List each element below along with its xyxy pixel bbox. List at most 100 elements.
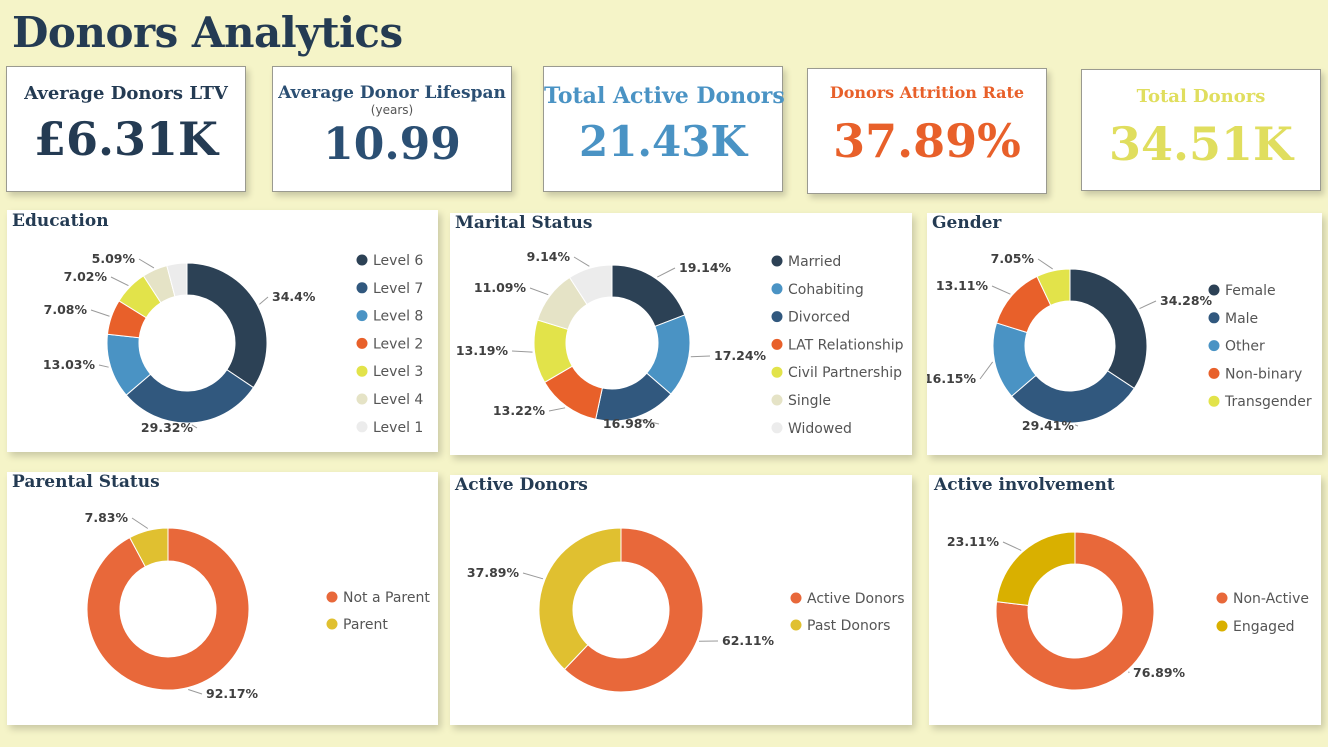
legend-item-civil-partnership[interactable]: Civil Partnership bbox=[788, 365, 902, 381]
kpi-value: £6.31K bbox=[33, 112, 219, 166]
leader-line bbox=[188, 689, 203, 695]
data-label: 16.15% bbox=[927, 371, 976, 386]
kpi-value: 34.51K bbox=[1108, 117, 1294, 171]
data-label: 5.09% bbox=[92, 251, 136, 266]
legend-item-level-6[interactable]: Level 6 bbox=[373, 253, 423, 269]
donut-chart-active-involvement: 76.89% 23.11% Non-Active Engaged bbox=[947, 531, 1309, 691]
kpi-value: 21.43K bbox=[578, 117, 748, 166]
data-label: 19.14% bbox=[679, 260, 732, 275]
legend-marker bbox=[356, 393, 368, 405]
legend-marker bbox=[356, 421, 368, 433]
chart-card-marital-status: Marital Status 19.14% 17.24% 16.98% 13.22% 1… bbox=[450, 213, 912, 455]
leader-line bbox=[1002, 541, 1022, 551]
legend-item-level-1[interactable]: Level 1 bbox=[373, 420, 423, 436]
legend-marker bbox=[771, 311, 783, 323]
legend-item-widowed[interactable]: Widowed bbox=[788, 421, 852, 437]
legend-marker bbox=[771, 366, 783, 378]
leader-line bbox=[529, 287, 549, 296]
leader-line bbox=[573, 256, 590, 267]
kpi-card-attrition-rate[interactable]: Donors Attrition Rate 37.89% bbox=[807, 68, 1047, 194]
data-label: 13.22% bbox=[493, 403, 546, 418]
donut-chart-active-donors: 62.11% 37.89% Active Donors Past Donors bbox=[467, 527, 905, 693]
legend-item-transgender[interactable]: Transgender bbox=[1224, 394, 1312, 410]
donut-slice-female[interactable] bbox=[1069, 268, 1148, 390]
kpi-label: Total Donors bbox=[1136, 86, 1266, 107]
legend-marker bbox=[356, 337, 368, 349]
legend-item-divorced[interactable]: Divorced bbox=[788, 310, 850, 326]
leader-line bbox=[690, 355, 711, 358]
donut-slice-married[interactable] bbox=[611, 264, 686, 328]
kpi-value: 10.99 bbox=[323, 119, 461, 170]
legend-item-past-donors[interactable]: Past Donors bbox=[807, 618, 890, 634]
donut-slice-level-6[interactable] bbox=[186, 262, 268, 389]
legend-item-level-3[interactable]: Level 3 bbox=[373, 364, 423, 380]
leader-line bbox=[110, 276, 129, 287]
legend-marker bbox=[1216, 592, 1228, 604]
legend-marker bbox=[356, 282, 368, 294]
leader-line bbox=[991, 285, 1011, 295]
legend-marker bbox=[771, 422, 783, 434]
legend-marker bbox=[771, 255, 783, 267]
chart-card-active-donors: Active Donors 62.11% 37.89% Active Donors P… bbox=[450, 475, 912, 725]
data-label: 92.17% bbox=[206, 686, 259, 701]
legend-marker bbox=[1208, 284, 1220, 296]
legend-item-female[interactable]: Female bbox=[1225, 283, 1276, 299]
legend-item-level-7[interactable]: Level 7 bbox=[373, 281, 423, 297]
data-label: 7.83% bbox=[85, 510, 129, 525]
donut-chart-marital-status: 19.14% 17.24% 16.98% 13.22% 13.19% 11.09% 9.14… bbox=[456, 249, 904, 437]
kpi-card-avg-ltv[interactable]: Average Donors LTV £6.31K bbox=[6, 66, 246, 192]
data-label: 29.41% bbox=[1022, 418, 1075, 433]
leader-line bbox=[522, 572, 544, 580]
data-label: 23.11% bbox=[947, 534, 1000, 549]
chart-card-parental-status: Parental Status 92.17% 7.83% Not a Parent P… bbox=[7, 472, 438, 725]
legend-marker bbox=[771, 394, 783, 406]
leader-line bbox=[131, 517, 149, 529]
data-label: 7.08% bbox=[44, 302, 88, 317]
chart-card-gender: Gender 34.28% 29.41% 16.15% 13.11% 7.05% Fema… bbox=[927, 213, 1322, 455]
donut-slice-engaged[interactable] bbox=[996, 531, 1076, 606]
data-label: 9.14% bbox=[527, 249, 571, 264]
legend-item-not-a-parent[interactable]: Not a Parent bbox=[343, 590, 430, 606]
kpi-subtitle: (years) bbox=[370, 103, 414, 117]
legend-marker bbox=[356, 254, 368, 266]
legend-item-cohabiting[interactable]: Cohabiting bbox=[788, 282, 864, 298]
leader-line bbox=[259, 296, 269, 305]
data-label: 7.05% bbox=[991, 251, 1035, 266]
legend-marker bbox=[1208, 312, 1220, 324]
data-label: 13.03% bbox=[43, 357, 96, 372]
leader-line bbox=[90, 309, 110, 317]
legend-item-active-donors[interactable]: Active Donors bbox=[807, 591, 905, 607]
legend-item-lat-relationship[interactable]: LAT Relationship bbox=[788, 337, 904, 353]
data-label: 29.32% bbox=[141, 420, 194, 435]
legend-item-non-binary[interactable]: Non-binary bbox=[1225, 366, 1302, 382]
legend-marker bbox=[771, 283, 783, 295]
legend-item-level-2[interactable]: Level 2 bbox=[373, 336, 423, 352]
kpi-card-total-donors[interactable]: Total Donors 34.51K bbox=[1081, 69, 1321, 191]
legend-item-male[interactable]: Male bbox=[1225, 311, 1258, 327]
leader-line bbox=[1037, 258, 1053, 270]
leader-line bbox=[548, 407, 566, 412]
kpi-card-total-active[interactable]: Total Active Donors 21.43K bbox=[543, 66, 785, 192]
legend-item-other[interactable]: Other bbox=[1225, 339, 1265, 355]
legend-marker bbox=[790, 592, 802, 604]
legend-marker bbox=[326, 618, 338, 630]
legend-item-single[interactable]: Single bbox=[788, 393, 831, 409]
chart-card-education: Education 34.4% 29.32% 13.03% 7.08% 7.02% 5.0… bbox=[7, 210, 438, 452]
leader-line bbox=[979, 361, 994, 380]
kpi-card-avg-lifespan[interactable]: Average Donor Lifespan (years) 10.99 bbox=[272, 66, 512, 192]
legend-item-engaged[interactable]: Engaged bbox=[1233, 619, 1295, 635]
legend-item-non-active[interactable]: Non-Active bbox=[1233, 591, 1309, 607]
donut-chart-parental-status: 92.17% 7.83% Not a Parent Parent bbox=[85, 510, 431, 701]
kpi-label: Donors Attrition Rate bbox=[829, 83, 1025, 102]
data-label: 17.24% bbox=[714, 348, 767, 363]
legend-item-married[interactable]: Married bbox=[788, 254, 841, 270]
kpi-label: Average Donors LTV bbox=[24, 83, 228, 104]
legend-item-level-8[interactable]: Level 8 bbox=[373, 309, 423, 325]
legend-item-parent[interactable]: Parent bbox=[343, 617, 388, 633]
data-label: 13.19% bbox=[456, 343, 509, 358]
legend-marker bbox=[1208, 340, 1220, 352]
legend-item-level-4[interactable]: Level 4 bbox=[373, 392, 423, 408]
leader-line bbox=[657, 267, 676, 278]
leader-line bbox=[98, 364, 109, 368]
donut-slice-past-donors[interactable] bbox=[538, 527, 622, 671]
